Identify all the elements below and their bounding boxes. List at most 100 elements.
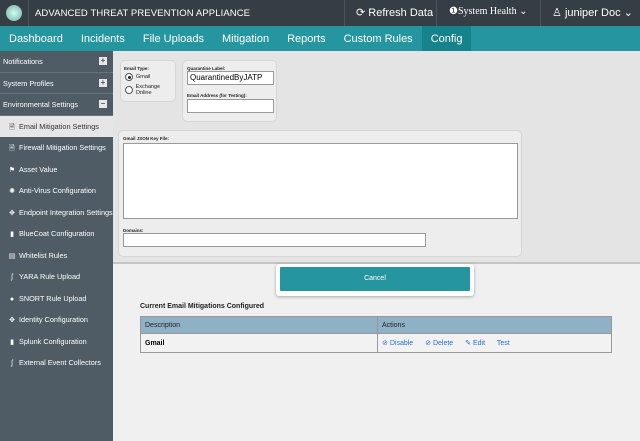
email-type-panel: Email Type: Gmail Exchange Online xyxy=(120,60,176,102)
shield-icon: ▮ xyxy=(10,231,14,238)
divider xyxy=(28,0,29,26)
sidebar-item-firewall-mitigation-settings[interactable]: 🗎 Firewall Mitigation Settings xyxy=(0,137,113,159)
row-description: Gmail xyxy=(140,333,378,353)
json-key-label: Gmail JSON Key File: xyxy=(123,136,170,141)
sidebar-section-environmental-settings[interactable]: Environmental Settings − xyxy=(0,94,113,116)
sidebar-item-external-event-collectors[interactable]: ʃ External Event Collectors xyxy=(0,352,113,374)
user-icon: ♙ xyxy=(552,7,562,19)
gmail-settings-panel: Gmail JSON Key File: Domains: xyxy=(118,130,522,257)
json-key-textarea[interactable] xyxy=(123,143,518,219)
email-address-input[interactable] xyxy=(187,99,274,113)
logo xyxy=(6,5,22,21)
sidebar-item-identity-configuration[interactable]: ✥ Identity Configuration xyxy=(0,309,113,331)
sidebar-item-label: YARA Rule Upload xyxy=(19,272,81,281)
endpoint-icon: ✥ xyxy=(9,209,15,217)
section-label: Environmental Settings xyxy=(3,100,79,109)
refresh-label: Refresh Data xyxy=(368,7,434,19)
sidebar-item-anti-virus-configuration[interactable]: ✺ Anti-Virus Configuration xyxy=(0,180,113,202)
refresh-button[interactable]: ⟳ Refresh Data xyxy=(356,6,433,19)
sidebar-item-bluecoat-configuration[interactable]: ▮ BlueCoat Configuration xyxy=(0,223,113,245)
sidebar-item-email-mitigation-settings[interactable]: 🗎 Email Mitigation Settings xyxy=(0,115,113,137)
form-area: Email Type: Gmail Exchange Online Quaran… xyxy=(113,51,640,264)
sidebar-section-notifications[interactable]: Notifications + xyxy=(0,51,113,73)
table-title: Current Email Mitigations Configured xyxy=(140,303,265,310)
chevron-down-icon: ⌄ xyxy=(623,7,633,19)
email-type-label: Email Type: xyxy=(124,66,149,71)
header: ADVANCED THREAT PREVENTION APPLIANCE ⟳ R… xyxy=(0,0,640,26)
divider xyxy=(540,0,541,26)
script-icon: ʃ xyxy=(11,274,13,281)
sidebar-item-label: Firewall Mitigation Settings xyxy=(19,143,106,152)
shield-icon: ▮ xyxy=(10,338,14,346)
chevron-down-icon: ⌄ xyxy=(519,6,528,17)
sidebar-item-snort-rule-upload[interactable]: ● SNORT Rule Upload xyxy=(0,288,113,310)
ban-icon: ⊘ xyxy=(382,340,388,347)
section-label: Notifications xyxy=(3,57,43,66)
radio-label: Exchange Online xyxy=(135,84,161,96)
sidebar-item-splunk-configuration[interactable]: ▮ Splunk Configuration xyxy=(0,331,113,353)
main-nav: Dashboard Incidents File Uploads Mitigation… xyxy=(0,26,640,51)
sidebar-item-label: Identity Configuration xyxy=(19,315,88,324)
domains-input[interactable] xyxy=(123,233,426,247)
divider xyxy=(344,0,345,26)
radio-label: Gmail xyxy=(136,74,151,80)
sidebar-item-label: Endpoint Integration Settings xyxy=(19,207,113,217)
table-row: Gmail ⊘ Disable ⊘ Delete ✎ Edit Test xyxy=(140,333,612,353)
nav-tab-config[interactable]: Config xyxy=(421,26,472,51)
system-health-label: System Health xyxy=(457,6,517,17)
radio-icon xyxy=(125,73,133,81)
expand-icon[interactable]: + xyxy=(99,78,107,87)
quarantine-panel: Quarantine Label: QuarantinedByJATP Emai… xyxy=(182,60,277,122)
collapse-icon[interactable]: − xyxy=(99,100,107,108)
virus-icon: ✺ xyxy=(9,188,15,195)
edit-label: Edit xyxy=(472,340,486,347)
user-menu[interactable]: ♙ juniper Doc ⌄ xyxy=(552,6,633,19)
section-label: System Profiles xyxy=(3,78,54,88)
pig-icon: ● xyxy=(9,295,15,303)
nav-tab-reports[interactable]: Reports xyxy=(278,26,335,51)
system-health-menu[interactable]: ❶System Health ⌄ xyxy=(449,6,527,17)
doc-icon: 🗎 xyxy=(9,145,15,152)
nav-tab-incidents[interactable]: Incidents xyxy=(72,26,134,51)
sidebar-item-asset-value[interactable]: ⚑ Asset Value xyxy=(0,159,113,181)
edit-link[interactable]: ✎ Edit xyxy=(465,340,485,347)
column-header-actions: Actions xyxy=(377,316,612,334)
script-icon: ʃ xyxy=(11,360,13,367)
disable-label: Disable xyxy=(389,340,414,347)
sidebar-section-system-profiles[interactable]: System Profiles + xyxy=(0,73,113,94)
identity-icon: ✥ xyxy=(9,317,15,324)
nav-tab-dashboard[interactable]: Dashboard xyxy=(0,26,72,51)
sidebar-item-endpoint-integration-settings[interactable]: ✥ Endpoint Integration Settings xyxy=(0,202,113,224)
nav-tab-file-uploads[interactable]: File Uploads xyxy=(134,26,213,51)
pencil-icon: ✎ xyxy=(465,340,472,347)
sidebar: Notifications + System Profiles + Environmen… xyxy=(0,51,113,441)
delete-label: Delete xyxy=(432,340,454,347)
sidebar-item-label: Email Mitigation Settings xyxy=(19,121,99,131)
email-address-label: Email Address (for Testing): xyxy=(187,93,247,98)
radio-exchange-online[interactable]: Exchange Online xyxy=(125,84,175,96)
disable-link[interactable]: ⊘ Disable xyxy=(382,340,413,347)
radio-gmail[interactable]: Gmail xyxy=(125,73,150,81)
nav-tab-mitigation[interactable]: Mitigation xyxy=(213,26,278,51)
cancel-button[interactable]: Cancel xyxy=(280,267,470,291)
alert-icon: ❶ xyxy=(449,6,458,17)
list-icon: ▤ xyxy=(8,252,16,260)
radio-icon xyxy=(125,86,133,94)
doc-icon: 🗎 xyxy=(9,123,15,131)
sidebar-item-label: Splunk Configuration xyxy=(19,336,87,346)
divider xyxy=(436,0,437,26)
sidebar-item-label: External Event Collectors xyxy=(19,358,101,367)
column-header-description: Description xyxy=(140,316,378,334)
nav-tab-custom-rules[interactable]: Custom Rules xyxy=(335,26,422,51)
sidebar-item-label: Anti-Virus Configuration xyxy=(19,186,96,195)
cancel-container: Cancel xyxy=(276,264,474,296)
sidebar-item-yara-rule-upload[interactable]: ʃ YARA Rule Upload xyxy=(0,266,113,288)
sidebar-item-label: SNORT Rule Upload xyxy=(19,293,87,303)
delete-link[interactable]: ⊘ Delete xyxy=(425,340,453,347)
test-link[interactable]: Test xyxy=(497,340,510,347)
app-title: ADVANCED THREAT PREVENTION APPLIANCE xyxy=(35,8,251,19)
refresh-icon: ⟳ xyxy=(356,7,366,19)
quarantine-label-input[interactable]: QuarantinedByJATP xyxy=(187,71,274,85)
expand-icon[interactable]: + xyxy=(99,57,107,65)
sidebar-item-whitelist-rules[interactable]: ▤ Whitelist Rules xyxy=(0,245,113,267)
